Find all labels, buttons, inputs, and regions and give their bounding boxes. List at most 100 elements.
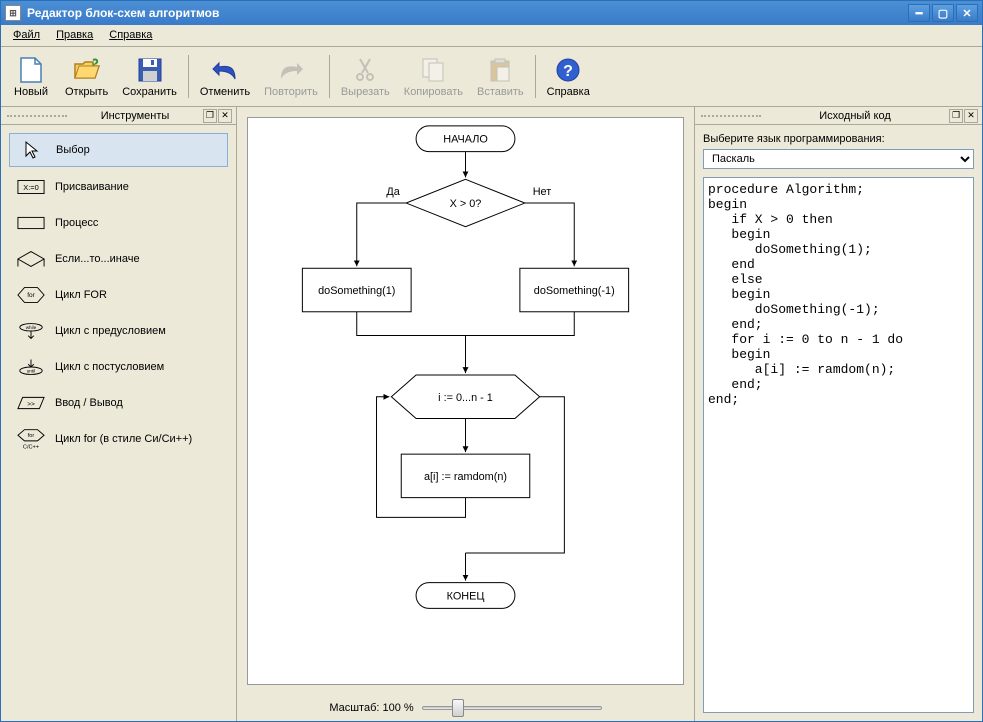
copy-button[interactable]: Копировать [398, 51, 469, 103]
minimize-button[interactable]: ━ [908, 4, 930, 22]
flow-end: КОНЕЦ [447, 590, 485, 602]
flow-left: doSomething(1) [318, 285, 395, 297]
flow-loop: i := 0...n - 1 [438, 392, 493, 404]
flowchart-canvas[interactable]: НАЧАЛО X > 0? Да Нет doSomething(1) doSo [247, 117, 684, 685]
cut-icon [351, 56, 379, 84]
flow-yes: Да [386, 186, 400, 198]
flow-no: Нет [533, 186, 552, 198]
tool-process-label: Процесс [55, 217, 98, 229]
paste-button[interactable]: Вставить [471, 51, 530, 103]
tool-assign-label: Присваивание [55, 181, 129, 193]
assign-icon: X:=0 [17, 179, 45, 195]
canvas-area[interactable]: НАЧАЛО X > 0? Да Нет doSomething(1) doSo [237, 107, 694, 695]
tool-ifelse-label: Если...то...иначе [55, 253, 140, 265]
new-icon [17, 56, 45, 84]
tools-panel: Инструменты ❐ ✕ Выбор X:=0 Присв [1, 107, 237, 721]
code-area[interactable]: procedure Algorithm; begin if X > 0 then… [703, 177, 974, 713]
tool-while-label: Цикл с предусловием [55, 325, 166, 337]
io-icon: >> [17, 395, 45, 411]
svg-text:for: for [28, 433, 35, 439]
svg-text:while: while [26, 325, 37, 330]
code-panel: Исходный код ❐ ✕ Выберите язык программи… [694, 107, 982, 721]
help-button[interactable]: ? Справка [541, 51, 596, 103]
cfor-icon: for C/C++ [17, 431, 45, 447]
undo-button[interactable]: Отменить [194, 51, 256, 103]
save-label: Сохранить [122, 86, 177, 98]
toolbar-separator [188, 55, 189, 98]
redo-icon [277, 56, 305, 84]
panel-detach-button[interactable]: ❐ [203, 109, 217, 123]
tool-ifelse[interactable]: Если...то...иначе [9, 243, 228, 275]
tool-io[interactable]: >> Ввод / Вывод [9, 387, 228, 419]
svg-text:>>: >> [27, 401, 35, 408]
open-button[interactable]: Открыть [59, 51, 114, 103]
tool-select-label: Выбор [56, 144, 90, 156]
save-button[interactable]: Сохранить [116, 51, 183, 103]
svg-text:C/C++: C/C++ [23, 444, 39, 450]
code-panel-label: Исходный код [819, 110, 891, 122]
flow-body: a[i] := ramdom(n) [424, 471, 507, 483]
panel-detach-button[interactable]: ❐ [949, 109, 963, 123]
tool-for[interactable]: for Цикл FOR [9, 279, 228, 311]
tool-cfor[interactable]: for C/C++ Цикл for (в стиле Си/Си++) [9, 423, 228, 455]
tool-select[interactable]: Выбор [9, 133, 228, 167]
redo-button[interactable]: Повторить [258, 51, 324, 103]
toolbar-separator [329, 55, 330, 98]
menu-edit[interactable]: Правка [48, 27, 101, 44]
until-icon: until [17, 359, 45, 375]
panel-close-button[interactable]: ✕ [218, 109, 232, 123]
lang-label: Выберите язык программирования: [703, 133, 974, 145]
tools-panel-label: Инструменты [101, 110, 170, 122]
toolbar: Новый Открыть Сохранить Отменить Повтор [1, 47, 982, 107]
help-icon: ? [554, 56, 582, 84]
window-title: Редактор блок-схем алгоритмов [27, 6, 219, 20]
svg-text:for: for [27, 292, 35, 299]
zoom-label: Масштаб: 100 % [329, 702, 413, 714]
paste-icon [486, 56, 514, 84]
status-bar: Масштаб: 100 % [237, 695, 694, 721]
tool-while[interactable]: while Цикл с предусловием [9, 315, 228, 347]
flow-right: doSomething(-1) [534, 285, 615, 297]
tool-process[interactable]: Процесс [9, 207, 228, 239]
new-button[interactable]: Новый [5, 51, 57, 103]
save-icon [136, 56, 164, 84]
undo-label: Отменить [200, 86, 250, 98]
app-icon: ⊞ [5, 5, 21, 21]
menu-file-label: айл [21, 29, 40, 41]
copy-label: Копировать [404, 86, 463, 98]
zoom-slider[interactable] [422, 699, 602, 717]
paste-label: Вставить [477, 86, 524, 98]
maximize-button[interactable]: ▢ [932, 4, 954, 22]
close-button[interactable]: ✕ [956, 4, 978, 22]
svg-text:?: ? [563, 63, 573, 80]
lang-select[interactable]: Паскаль [703, 149, 974, 169]
menu-edit-label: равка [64, 29, 93, 41]
code-panel-title: Исходный код ❐ ✕ [695, 107, 982, 125]
svg-text:until: until [27, 369, 36, 374]
tool-cfor-label: Цикл for (в стиле Си/Си++) [55, 433, 192, 445]
tool-assign[interactable]: X:=0 Присваивание [9, 171, 228, 203]
menu-file[interactable]: Файл [5, 27, 48, 44]
menubar: Файл Правка Справка [1, 25, 982, 47]
while-icon: while [17, 323, 45, 339]
copy-icon [419, 56, 447, 84]
menu-help-label: правка [117, 29, 152, 41]
help-label: Справка [547, 86, 590, 98]
process-icon [17, 215, 45, 231]
slider-thumb[interactable] [452, 699, 464, 717]
menu-help[interactable]: Справка [101, 27, 160, 44]
svg-text:X:=0: X:=0 [23, 183, 39, 192]
cut-button[interactable]: Вырезать [335, 51, 396, 103]
tool-until[interactable]: until Цикл с постусловием [9, 351, 228, 383]
tool-io-label: Ввод / Вывод [55, 397, 123, 409]
for-icon: for [17, 287, 45, 303]
cut-label: Вырезать [341, 86, 390, 98]
cursor-icon [18, 142, 46, 158]
tools-panel-title: Инструменты ❐ ✕ [1, 107, 236, 125]
toolbar-separator [535, 55, 536, 98]
titlebar: ⊞ Редактор блок-схем алгоритмов ━ ▢ ✕ [1, 1, 982, 25]
undo-icon [211, 56, 239, 84]
panel-close-button[interactable]: ✕ [964, 109, 978, 123]
diamond-icon [17, 251, 45, 267]
redo-label: Повторить [264, 86, 318, 98]
